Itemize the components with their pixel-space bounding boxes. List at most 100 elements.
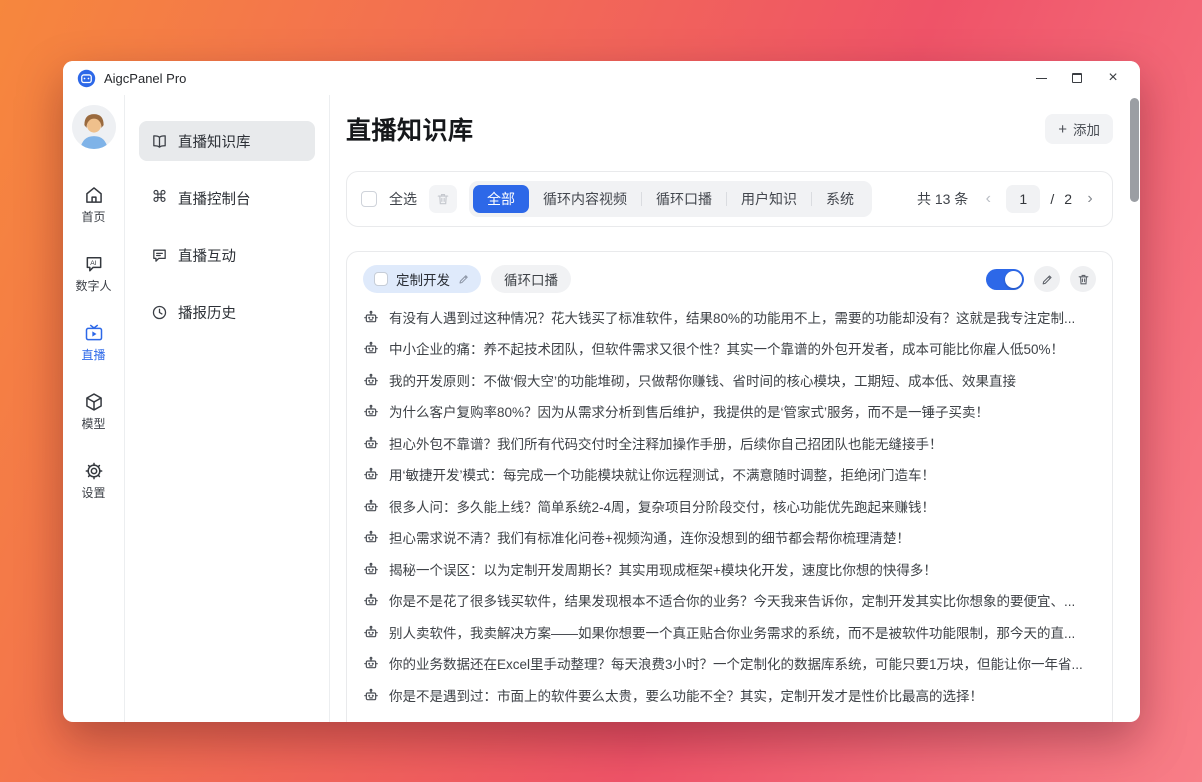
tag-loop-speech: 循环口播 — [491, 265, 571, 293]
knowledge-item[interactable]: 你是不是遇到过：市面上的软件要么太贵，要么功能不全？其实，定制开发才是性价比最高… — [363, 679, 1096, 711]
knowledge-item-text: 很多人问：多久能上线？简单系统2-4周，复杂项目分阶段交付，核心功能优先跑起来赚… — [389, 496, 935, 516]
titlebar: AigcPanel Pro × — [63, 61, 1140, 95]
rail-item-home[interactable]: 首页 — [66, 185, 122, 225]
tab-system[interactable]: 系统 — [812, 185, 868, 213]
knowledge-item-text: 用‘敏捷开发’模式：每完成一个功能模块就让你远程测试，不满意随时调整，拒绝闭门造… — [389, 464, 935, 484]
subnav-label: 直播互动 — [178, 245, 236, 266]
filter-bar: 全选 全部 循环内容视频 循环口播 用户知识 系统 共 1 — [346, 171, 1113, 227]
subnav-label: 直播知识库 — [178, 131, 251, 152]
page-title: 直播知识库 — [346, 111, 474, 147]
knowledge-item-text: 有没有人遇到过这种情况？花大钱买了标准软件，结果80%的功能用不上，需要的功能却… — [389, 307, 1075, 327]
total-count: 共 13 条 — [917, 189, 968, 209]
robot-icon — [363, 309, 379, 325]
trash-icon — [1077, 273, 1090, 286]
avatar[interactable] — [72, 105, 116, 149]
robot-icon — [363, 340, 379, 356]
tab-loop-speech[interactable]: 循环口播 — [642, 185, 726, 213]
robot-icon — [363, 529, 379, 545]
knowledge-item[interactable]: 我的开发原则：不做‘假大空’的功能堆砌，只做帮你赚钱、省时间的核心模块，工期短、… — [363, 364, 1096, 396]
enable-toggle[interactable] — [986, 269, 1024, 290]
knowledge-item-text: 揭秘一个误区：以为定制开发周期长？其实用现成框架+模块化开发，速度比你想的快得多… — [389, 559, 937, 579]
knowledge-item[interactable]: 担心外包不靠谱？我们所有代码交付时全注释加操作手册，后续你自己招团队也能无缝接手… — [363, 427, 1096, 459]
select-all-checkbox[interactable] — [361, 191, 377, 207]
type-filter-tabs: 全部 循环内容视频 循环口播 用户知识 系统 — [469, 181, 872, 217]
app-window: AigcPanel Pro × 首页 — [63, 61, 1140, 722]
rail-item-live[interactable]: 直播 — [66, 323, 122, 363]
add-button[interactable]: + 添加 — [1045, 114, 1113, 144]
knowledge-item[interactable]: 很多人问：多久能上线？简单系统2-4周，复杂项目分阶段交付，核心功能优先跑起来赚… — [363, 490, 1096, 522]
settings-gear-icon — [84, 461, 104, 481]
knowledge-item[interactable]: 你的业务数据还在Excel里手动整理？每天浪费3小时？一个定制化的数据库系统，可… — [363, 648, 1096, 680]
card-checkbox[interactable] — [374, 272, 388, 286]
subnav-item-interaction[interactable]: 直播互动 — [139, 235, 315, 275]
knowledge-item-text: 我的开发原则：不做‘假大空’的功能堆砌，只做帮你赚钱、省时间的核心模块，工期短、… — [389, 370, 1016, 390]
knowledge-item[interactable]: 你是不是花了很多钱买软件，结果发现根本不适合你的业务？今天我来告诉你，定制开发其… — [363, 585, 1096, 617]
tag-custom-dev[interactable]: 定制开发 — [363, 265, 481, 293]
subnav-label: 播报历史 — [178, 302, 236, 323]
knowledge-item-text: 中小企业的痛：养不起技术团队，但软件需求又很个性？其实一个靠谱的外包开发者，成本… — [389, 338, 1064, 358]
subnav-item-knowledge-base[interactable]: 直播知识库 — [139, 121, 315, 161]
subnav-item-console[interactable]: ⌘ 直播控制台 — [139, 178, 315, 218]
robot-icon — [363, 372, 379, 388]
toggle-knob — [1005, 271, 1022, 288]
rail-label: 设置 — [81, 484, 105, 501]
knowledge-item-text: 为什么客户复购率80%？因为从需求分析到售后维护，我提供的是‘管家式’服务，而不… — [389, 401, 989, 421]
knowledge-item-text: 别人卖软件，我卖解决方案——如果你想要一个真正贴合你业务需求的系统，而不是被软件… — [389, 622, 1075, 642]
live-tv-icon — [84, 323, 104, 343]
knowledge-item-text: 你的业务数据还在Excel里手动整理？每天浪费3小时？一个定制化的数据库系统，可… — [389, 653, 1083, 673]
knowledge-items: 有没有人遇到过这种情况？花大钱买了标准软件，结果80%的功能用不上，需要的功能却… — [363, 301, 1096, 711]
tab-loop-video[interactable]: 循环内容视频 — [529, 185, 641, 213]
knowledge-item-text: 担心外包不靠谱？我们所有代码交付时全注释加操作手册，后续你自己招团队也能无缝接手… — [389, 433, 943, 453]
edit-card-button[interactable] — [1034, 266, 1060, 292]
subnav: 直播知识库 ⌘ 直播控制台 直播互动 播报历史 — [125, 95, 330, 722]
bulk-delete-button[interactable] — [429, 185, 457, 213]
command-icon: ⌘ — [151, 190, 168, 206]
tag-label: 定制开发 — [396, 269, 450, 289]
subnav-item-history[interactable]: 播报历史 — [139, 292, 315, 332]
close-button[interactable]: × — [1100, 66, 1126, 90]
edit-icon — [1041, 273, 1054, 286]
knowledge-item-text: 你是不是遇到过：市面上的软件要么太贵，要么功能不全？其实，定制开发才是性价比最高… — [389, 685, 983, 705]
minimize-button[interactable] — [1028, 66, 1054, 90]
tab-user-knowledge[interactable]: 用户知识 — [727, 185, 811, 213]
knowledge-item-text: 你是不是花了很多钱买软件，结果发现根本不适合你的业务？今天我来告诉你，定制开发其… — [389, 590, 1075, 610]
delete-card-button[interactable] — [1070, 266, 1096, 292]
prev-page-icon[interactable]: ‹ — [980, 190, 996, 208]
robot-icon — [363, 466, 379, 482]
rail-item-settings[interactable]: 设置 — [66, 461, 122, 501]
robot-icon — [363, 624, 379, 640]
maximize-icon — [1072, 73, 1082, 83]
knowledge-item[interactable]: 揭秘一个误区：以为定制开发周期长？其实用现成框架+模块化开发，速度比你想的快得多… — [363, 553, 1096, 585]
window-title: AigcPanel Pro — [104, 71, 186, 86]
robot-icon — [363, 403, 379, 419]
rail-item-model[interactable]: 模型 — [66, 392, 122, 432]
knowledge-item-text: 担心需求说不清？我们有标准化问卷+视频沟通，连你没想到的细节都会帮你梳理清楚！ — [389, 527, 910, 547]
robot-icon — [363, 435, 379, 451]
minimize-icon — [1036, 78, 1047, 79]
digital-human-icon: AI — [84, 254, 104, 274]
knowledge-item[interactable]: 担心需求说不清？我们有标准化问卷+视频沟通，连你没想到的细节都会帮你梳理清楚！ — [363, 522, 1096, 554]
chat-icon — [151, 247, 168, 264]
robot-icon — [363, 592, 379, 608]
knowledge-item[interactable]: 别人卖软件，我卖解决方案——如果你想要一个真正贴合你业务需求的系统，而不是被软件… — [363, 616, 1096, 648]
knowledge-item[interactable]: 中小企业的痛：养不起技术团队，但软件需求又很个性？其实一个靠谱的外包开发者，成本… — [363, 333, 1096, 365]
close-icon: × — [1108, 70, 1117, 86]
plus-icon: + — [1058, 122, 1067, 137]
app-icon — [77, 69, 96, 88]
next-page-icon[interactable]: › — [1082, 190, 1098, 208]
tab-all[interactable]: 全部 — [473, 185, 529, 213]
home-icon — [84, 185, 104, 205]
knowledge-item[interactable]: 有没有人遇到过这种情况？花大钱买了标准软件，结果80%的功能用不上，需要的功能却… — [363, 301, 1096, 333]
robot-icon — [363, 498, 379, 514]
rail-label: 数字人 — [75, 277, 111, 294]
scrollbar-thumb[interactable] — [1130, 98, 1139, 202]
knowledge-item[interactable]: 用‘敏捷开发’模式：每完成一个功能模块就让你远程测试，不满意随时调整，拒绝闭门造… — [363, 459, 1096, 491]
edit-icon[interactable] — [458, 273, 470, 285]
page-total: 2 — [1064, 191, 1072, 207]
rail-item-digital-human[interactable]: AI 数字人 — [66, 254, 122, 294]
trash-icon — [436, 192, 450, 206]
main-content: 直播知识库 + 添加 全选 全部 循环内容视频 循环口 — [330, 95, 1140, 722]
maximize-button[interactable] — [1064, 66, 1090, 90]
pagination: ‹ 1 / 2 › — [980, 185, 1098, 213]
knowledge-item[interactable]: 为什么客户复购率80%？因为从需求分析到售后维护，我提供的是‘管家式’服务，而不… — [363, 396, 1096, 428]
